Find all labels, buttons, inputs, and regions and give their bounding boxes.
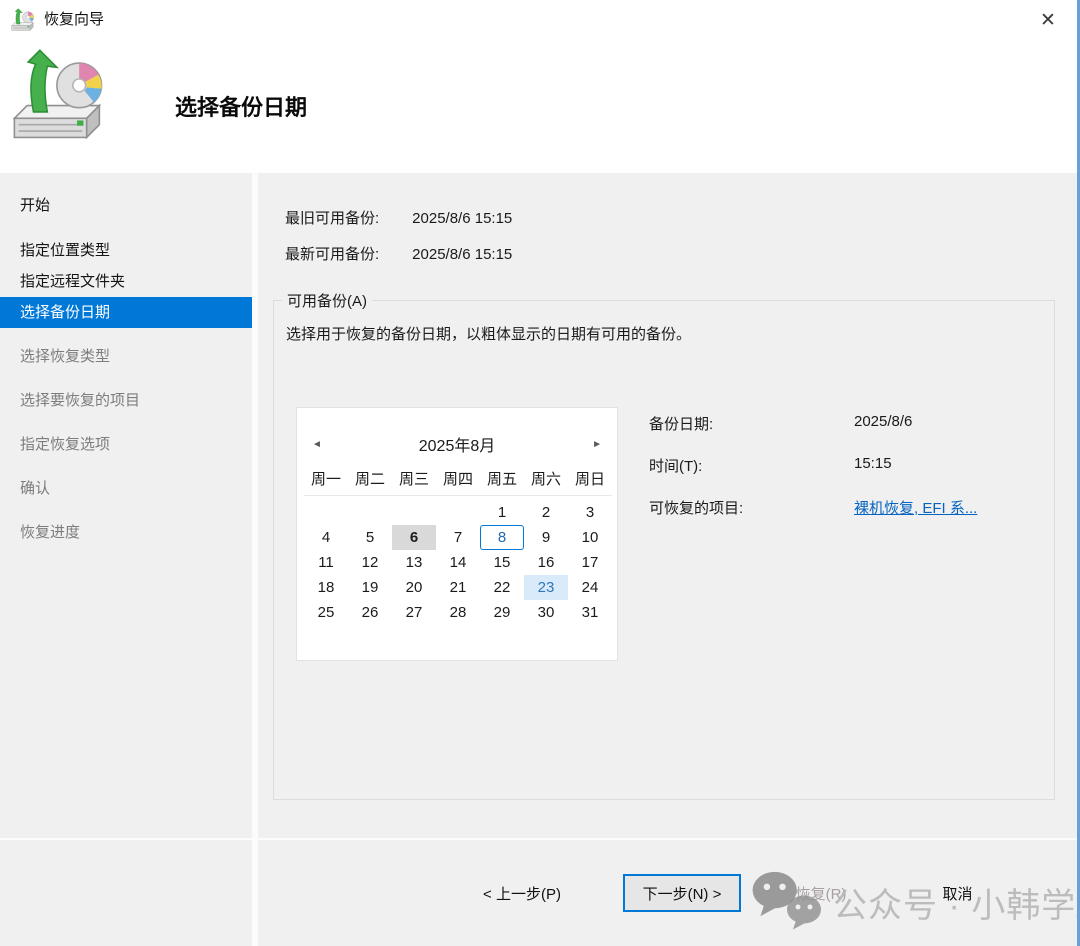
calendar-day-7[interactable]: 7 — [436, 525, 480, 550]
close-button[interactable]: ✕ — [1027, 3, 1069, 37]
calendar-day-10[interactable]: 10 — [568, 525, 612, 550]
sidebar-step-1: 开始 — [0, 190, 252, 221]
app-restore-icon — [10, 8, 36, 32]
calendar-day-26[interactable]: 26 — [348, 600, 392, 625]
calendar-day-9[interactable]: 9 — [524, 525, 568, 550]
calendar-day-3[interactable]: 3 — [568, 500, 612, 525]
calendar-day-5[interactable]: 5 — [348, 525, 392, 550]
time-label: 时间(T): — [649, 455, 702, 476]
calendar-day-empty — [392, 500, 436, 525]
recoverable-items-label: 可恢复的项目: — [649, 497, 743, 518]
calendar-day-31[interactable]: 31 — [568, 600, 612, 625]
calendar-day-empty — [436, 500, 480, 525]
calendar-day-empty — [348, 500, 392, 525]
back-button[interactable]: < 上一步(P) — [452, 874, 592, 912]
calendar-day-2[interactable]: 2 — [524, 500, 568, 525]
calendar-weekday: 周六 — [524, 468, 568, 492]
calendar-day-14[interactable]: 14 — [436, 550, 480, 575]
sidebar-step-7: 指定恢复选项 — [0, 429, 252, 460]
calendar: ◄ 2025年8月 ► 周一周二周三周四周五周六周日 1234567891011… — [296, 407, 618, 661]
calendar-day-11[interactable]: 11 — [304, 550, 348, 575]
sidebar-step-5: 选择恢复类型 — [0, 341, 252, 372]
groupbox-description: 选择用于恢复的备份日期，以粗体显示的日期有可用的备份。 — [286, 323, 691, 344]
calendar-weekday: 周三 — [392, 468, 436, 492]
page-title: 选择备份日期 — [175, 90, 307, 122]
sidebar-step-3: 指定远程文件夹 — [0, 266, 252, 297]
backup-date-label: 备份日期: — [649, 413, 713, 434]
titlebar: 恢复向导 ✕ — [0, 0, 1077, 40]
close-icon: ✕ — [1040, 10, 1056, 31]
calendar-day-28[interactable]: 28 — [436, 600, 480, 625]
groupbox-title: 可用备份(A) — [282, 290, 372, 311]
footer-separator — [0, 838, 1077, 840]
calendar-weekday-header: 周一周二周三周四周五周六周日 — [304, 468, 612, 496]
calendar-day-12[interactable]: 12 — [348, 550, 392, 575]
calendar-weekday: 周日 — [568, 468, 612, 492]
calendar-day-16[interactable]: 16 — [524, 550, 568, 575]
restore-disk-icon — [8, 48, 110, 144]
sidebar-step-9: 恢复进度 — [0, 517, 252, 548]
next-button[interactable]: 下一步(N) > — [623, 874, 741, 912]
calendar-day-30[interactable]: 30 — [524, 600, 568, 625]
calendar-day-15[interactable]: 15 — [480, 550, 524, 575]
newest-backup-row: 最新可用备份: 2025/8/6 15:15 — [285, 243, 512, 264]
sidebar-step-6: 选择要恢复的项目 — [0, 385, 252, 416]
calendar-day-23[interactable]: 23 — [524, 575, 568, 600]
calendar-weekday: 周二 — [348, 468, 392, 492]
calendar-day-empty — [304, 500, 348, 525]
calendar-day-13[interactable]: 13 — [392, 550, 436, 575]
oldest-backup-label: 最旧可用备份: — [285, 207, 408, 228]
calendar-day-29[interactable]: 29 — [480, 600, 524, 625]
window-title: 恢复向导 — [44, 0, 104, 40]
calendar-weekday: 周五 — [480, 468, 524, 492]
calendar-day-21[interactable]: 21 — [436, 575, 480, 600]
calendar-day-6[interactable]: 6 — [392, 525, 436, 550]
wizard-header: 选择备份日期 — [0, 40, 1077, 173]
main-content: 最旧可用备份: 2025/8/6 15:15 最新可用备份: 2025/8/6 … — [258, 173, 1077, 946]
calendar-day-17[interactable]: 17 — [568, 550, 612, 575]
recovery-wizard-window: 恢复向导 ✕ 选择备份日期 开始指定位置类型指定远程文件夹选择备份日期选择恢复类… — [0, 0, 1080, 946]
calendar-day-24[interactable]: 24 — [568, 575, 612, 600]
newest-backup-label: 最新可用备份: — [285, 243, 408, 264]
calendar-day-27[interactable]: 27 — [392, 600, 436, 625]
calendar-day-4[interactable]: 4 — [304, 525, 348, 550]
newest-backup-value: 2025/8/6 15:15 — [412, 246, 512, 263]
calendar-grid: 1234567891011121314151617181920212223242… — [304, 500, 612, 625]
sidebar-step-8: 确认 — [0, 473, 252, 504]
available-backups-groupbox: 可用备份(A) 选择用于恢复的备份日期，以粗体显示的日期有可用的备份。 ◄ 20… — [273, 300, 1055, 800]
recoverable-items-link[interactable]: 裸机恢复, EFI 系... — [854, 497, 977, 518]
recover-button[interactable]: 恢复(R) — [762, 874, 880, 912]
calendar-weekday: 周四 — [436, 468, 480, 492]
sidebar-step-4: 选择备份日期 — [0, 297, 252, 328]
backup-date-value: 2025/8/6 — [854, 413, 912, 430]
calendar-day-19[interactable]: 19 — [348, 575, 392, 600]
calendar-month-title: 2025年8月 — [297, 432, 617, 456]
wizard-body: 开始指定位置类型指定远程文件夹选择备份日期选择恢复类型选择要恢复的项目指定恢复选… — [0, 173, 1077, 946]
calendar-day-20[interactable]: 20 — [392, 575, 436, 600]
calendar-day-22[interactable]: 22 — [480, 575, 524, 600]
oldest-backup-value: 2025/8/6 15:15 — [412, 210, 512, 227]
oldest-backup-row: 最旧可用备份: 2025/8/6 15:15 — [285, 207, 512, 228]
calendar-day-18[interactable]: 18 — [304, 575, 348, 600]
sidebar-step-2: 指定位置类型 — [0, 235, 252, 266]
calendar-next-icon[interactable]: ► — [592, 439, 602, 450]
calendar-day-25[interactable]: 25 — [304, 600, 348, 625]
wizard-steps-sidebar: 开始指定位置类型指定远程文件夹选择备份日期选择恢复类型选择要恢复的项目指定恢复选… — [0, 173, 252, 946]
cancel-button[interactable]: 取消 — [905, 874, 1010, 912]
time-value: 15:15 — [854, 455, 892, 472]
calendar-weekday: 周一 — [304, 468, 348, 492]
calendar-day-8[interactable]: 8 — [480, 525, 524, 550]
calendar-day-1[interactable]: 1 — [480, 500, 524, 525]
